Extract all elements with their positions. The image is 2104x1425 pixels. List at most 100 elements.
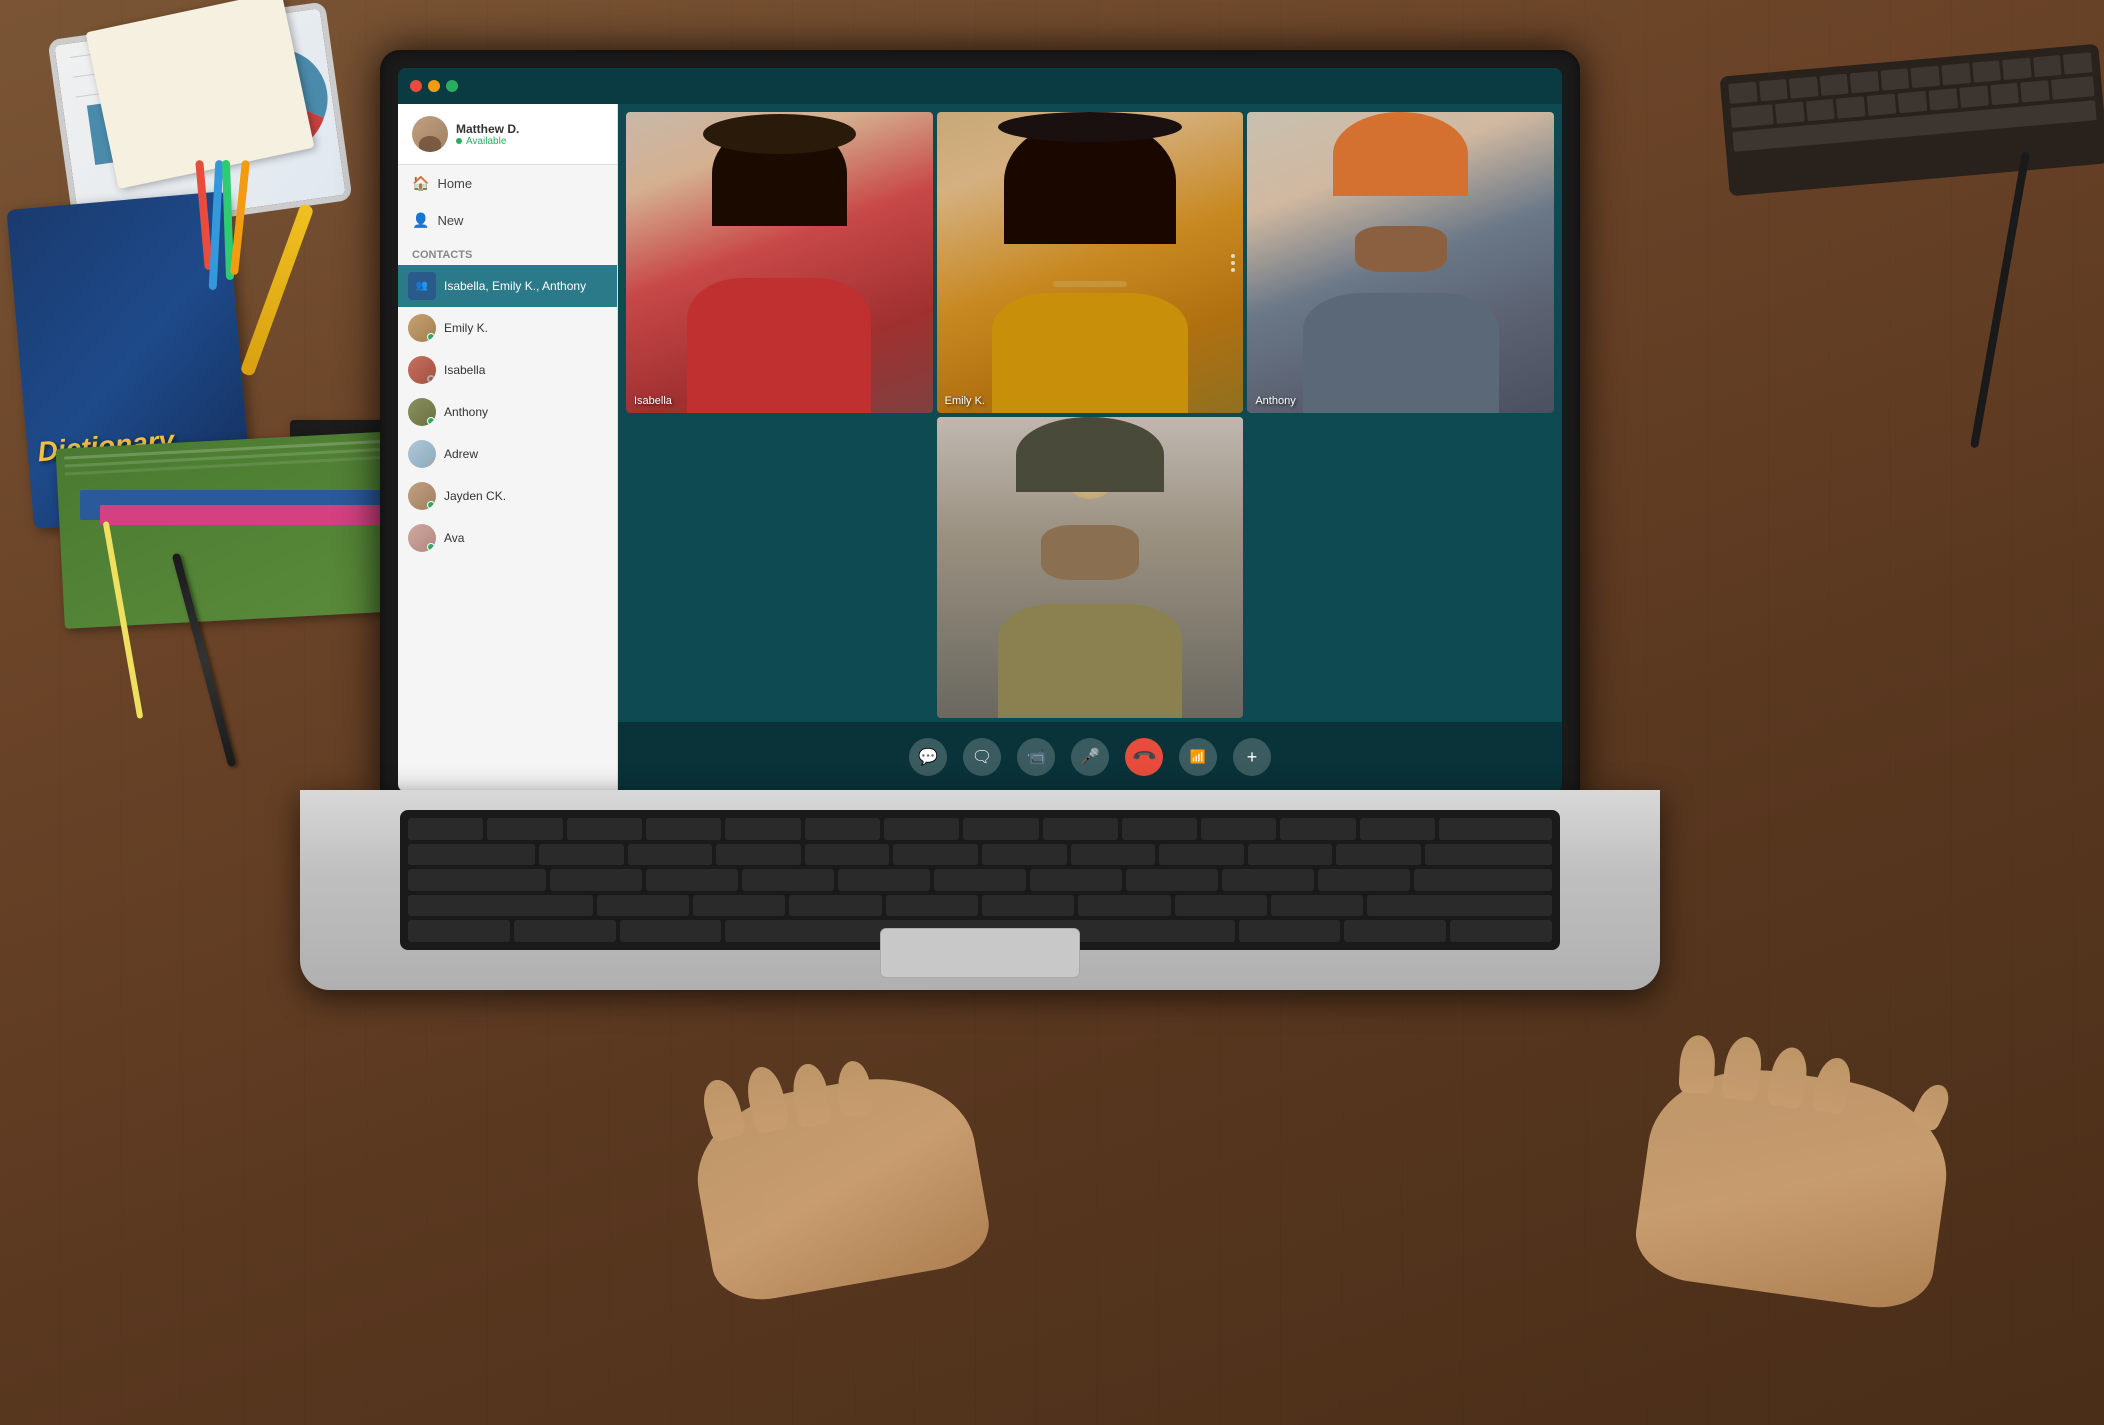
contact-avatar-isabella bbox=[408, 356, 436, 384]
contact-name-adrew: Adrew bbox=[444, 447, 478, 461]
contact-item-ava[interactable]: Ava bbox=[398, 517, 617, 559]
key[interactable] bbox=[1439, 818, 1552, 840]
contact-item-adrew[interactable]: Adrew bbox=[398, 433, 617, 475]
minimize-window-button[interactable] bbox=[428, 80, 440, 92]
key-enter[interactable] bbox=[1414, 869, 1552, 891]
key[interactable] bbox=[693, 895, 785, 917]
key[interactable] bbox=[1344, 920, 1446, 942]
status-dot-ava bbox=[427, 543, 435, 551]
key[interactable] bbox=[1360, 818, 1435, 840]
key[interactable] bbox=[893, 844, 978, 866]
chat-button[interactable]: 💬 bbox=[909, 738, 947, 776]
contact-avatar-ava bbox=[408, 524, 436, 552]
key-shift-right[interactable] bbox=[1367, 895, 1552, 917]
key[interactable] bbox=[1043, 818, 1118, 840]
user-profile: Matthew D. Available bbox=[398, 104, 617, 165]
key[interactable] bbox=[1425, 844, 1552, 866]
key[interactable] bbox=[1126, 869, 1218, 891]
key[interactable] bbox=[1248, 844, 1333, 866]
key[interactable] bbox=[628, 844, 713, 866]
shirt-anthony bbox=[1303, 293, 1499, 413]
key[interactable] bbox=[1336, 844, 1421, 866]
close-window-button[interactable] bbox=[410, 80, 422, 92]
contact-avatar-emily-k bbox=[408, 314, 436, 342]
video-toggle-button[interactable]: 📹 bbox=[1017, 738, 1055, 776]
key[interactable] bbox=[408, 920, 510, 942]
shirt-emily bbox=[992, 293, 1188, 413]
key-shift-left[interactable] bbox=[408, 895, 593, 917]
video-label-anthony: Anthony bbox=[1255, 395, 1295, 407]
key[interactable] bbox=[716, 844, 801, 866]
key[interactable] bbox=[567, 818, 642, 840]
contacts-header: Contacts bbox=[398, 239, 617, 265]
key[interactable] bbox=[1239, 920, 1341, 942]
video-tile-bottom bbox=[937, 417, 1244, 718]
new-icon: 👤 bbox=[412, 212, 429, 229]
avatar bbox=[412, 116, 448, 152]
key[interactable] bbox=[838, 869, 930, 891]
key[interactable] bbox=[1450, 920, 1552, 942]
key[interactable] bbox=[1222, 869, 1314, 891]
active-group-contact[interactable]: 👥 Isabella, Emily K., Anthony bbox=[398, 265, 617, 307]
key[interactable] bbox=[789, 895, 881, 917]
key[interactable] bbox=[646, 818, 721, 840]
key[interactable] bbox=[1280, 818, 1355, 840]
keyboard-row-4 bbox=[408, 895, 1552, 917]
sidebar-item-home[interactable]: 🏠 Home bbox=[398, 165, 617, 202]
key[interactable] bbox=[620, 920, 722, 942]
trackpad[interactable] bbox=[880, 928, 1080, 978]
key[interactable] bbox=[805, 818, 880, 840]
key[interactable] bbox=[1271, 895, 1363, 917]
group-avatar: 👥 bbox=[408, 272, 436, 300]
add-icon: + bbox=[1247, 747, 1258, 768]
contact-item-emily-k[interactable]: Emily K. bbox=[398, 307, 617, 349]
contact-item-isabella[interactable]: Isabella bbox=[398, 349, 617, 391]
laptop-screen: Matthew D. Available 🏠 Home 👤 bbox=[398, 68, 1562, 792]
signal-button[interactable]: 📶 bbox=[1179, 738, 1217, 776]
key[interactable] bbox=[886, 895, 978, 917]
key[interactable] bbox=[514, 920, 616, 942]
key[interactable] bbox=[884, 818, 959, 840]
mic-toggle-button[interactable]: 🎤 bbox=[1071, 738, 1109, 776]
key[interactable] bbox=[1318, 869, 1410, 891]
pencil-blue bbox=[209, 160, 224, 290]
key[interactable] bbox=[742, 869, 834, 891]
key[interactable] bbox=[934, 869, 1026, 891]
more-options-button[interactable] bbox=[1231, 254, 1235, 272]
user-status: Available bbox=[456, 136, 519, 147]
home-icon: 🏠 bbox=[412, 175, 429, 192]
key[interactable] bbox=[1078, 895, 1170, 917]
key[interactable] bbox=[550, 869, 642, 891]
dot3 bbox=[1231, 268, 1235, 272]
keyboard-row-2 bbox=[408, 844, 1552, 866]
key[interactable] bbox=[1159, 844, 1244, 866]
key[interactable] bbox=[408, 869, 546, 891]
key[interactable] bbox=[408, 844, 535, 866]
active-group-name: Isabella, Emily K., Anthony bbox=[444, 279, 586, 293]
hangup-button[interactable]: 📞 bbox=[1125, 738, 1163, 776]
key[interactable] bbox=[1122, 818, 1197, 840]
new-label: New bbox=[437, 213, 463, 228]
key[interactable] bbox=[597, 895, 689, 917]
key[interactable] bbox=[1071, 844, 1156, 866]
status-dot-adrew bbox=[427, 459, 435, 467]
key[interactable] bbox=[487, 818, 562, 840]
contact-item-anthony[interactable]: Anthony bbox=[398, 391, 617, 433]
key[interactable] bbox=[646, 869, 738, 891]
status-indicator bbox=[456, 138, 462, 144]
key[interactable] bbox=[982, 844, 1067, 866]
key[interactable] bbox=[539, 844, 624, 866]
message-button[interactable]: 🗨 bbox=[963, 738, 1001, 776]
maximize-window-button[interactable] bbox=[446, 80, 458, 92]
key[interactable] bbox=[1175, 895, 1267, 917]
key[interactable] bbox=[982, 895, 1074, 917]
key[interactable] bbox=[805, 844, 890, 866]
key[interactable] bbox=[408, 818, 483, 840]
key[interactable] bbox=[1201, 818, 1276, 840]
key[interactable] bbox=[963, 818, 1038, 840]
contact-item-jayden[interactable]: Jayden CK. bbox=[398, 475, 617, 517]
add-participant-button[interactable]: + bbox=[1233, 738, 1271, 776]
key[interactable] bbox=[725, 818, 800, 840]
sidebar-item-new[interactable]: 👤 New bbox=[398, 202, 617, 239]
key[interactable] bbox=[1030, 869, 1122, 891]
